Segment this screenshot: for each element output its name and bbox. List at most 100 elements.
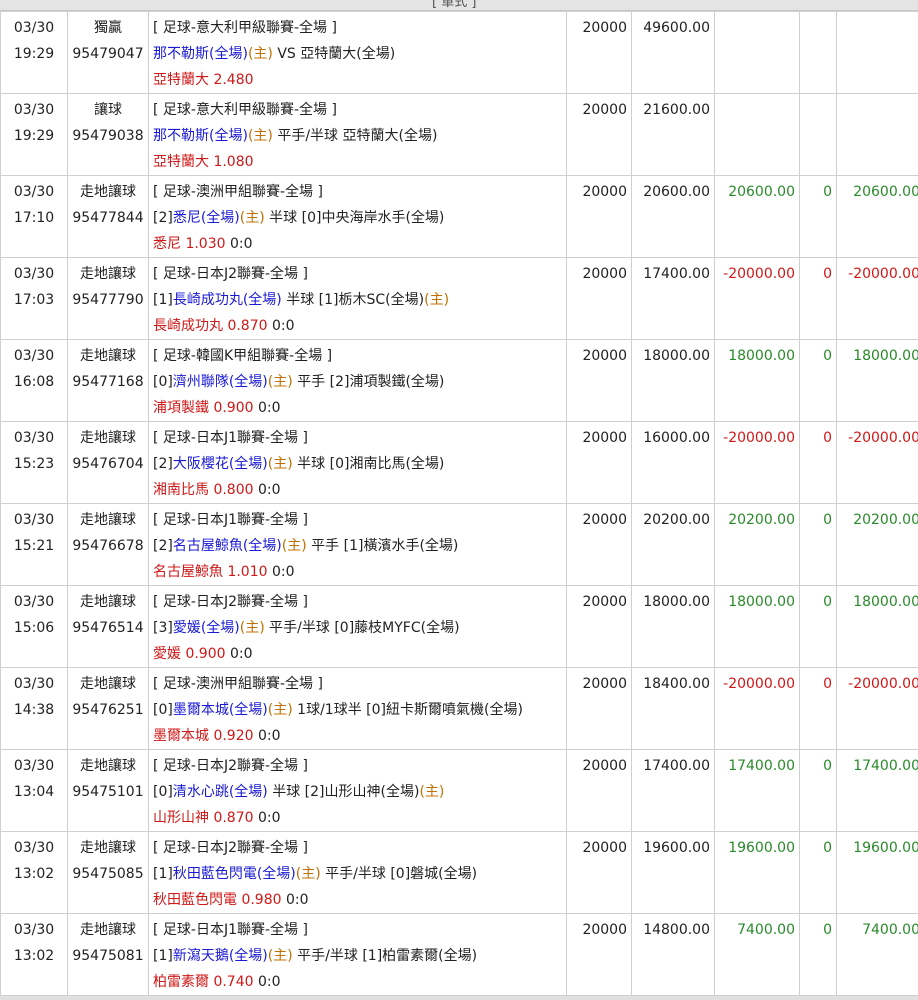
net-amount: 19600.00 [853,840,918,856]
result-amount: 20200.00 [728,512,795,528]
result-amount [715,15,795,41]
date-cell: 03/30 19:29 [0,11,68,94]
pick-line: 浦項製鐵 0.900 0:0 [153,395,566,421]
type-cell: 走地讓球 95476514 [67,585,149,668]
bet-id: 95475101 [72,784,144,800]
home-tag: (主) [424,292,450,308]
bet-history-table: 03/30 19:29 獨贏 95479047 [ 足球-意大利甲級聯賽-全場 ] 那不勒… [0,11,918,996]
commission-cell: 0 [799,831,837,914]
handicap-and-team2: 平手/半球 [0]藤枝MYFC(全場) [264,620,460,636]
home-tag: (主) [267,374,293,390]
league-name: [ 足球-日本J1聯賽-全場 ] [153,512,308,528]
stake-amount: 20000 [582,594,627,610]
description-cell: [ 足球-日本J2聯賽-全場 ] [0]清水心跳(全場) 半球 [2]山形山神(全… [148,749,567,832]
bet-date: 03/30 [13,430,55,446]
description-cell: [ 足球-意大利甲級聯賽-全場 ] 那不勒斯(全場)(主) 平手/半球 亞特蘭大(… [148,93,567,176]
stake-amount: 20000 [582,676,627,692]
result-amount: -20000.00 [723,266,795,282]
bet-time: 13:02 [13,866,55,882]
commission-cell: 0 [799,749,837,832]
stake-amount: 20000 [582,184,627,200]
handicap-and-team2: 平手/半球 [0]磐城(全場) [320,866,478,882]
home-tag: (主) [281,538,307,554]
date-cell: 03/30 13:02 [0,913,68,996]
result-cell: 7400.00 [714,913,800,996]
team1-name: 新瀉天鵝(全場) [172,948,268,964]
pick-odds: 0.920 [213,728,254,744]
description-cell: [ 足球-日本J1聯賽-全場 ] [2]名古屋鯨魚(全場)(主) 平手 [1]橫濱… [148,503,567,586]
commission-amount: 0 [823,430,832,446]
league-name: [ 足球-意大利甲級聯賽-全場 ] [153,102,337,118]
commission-cell [799,11,837,94]
handicap-and-team2: 平手/半球 亞特蘭大(全場) [272,128,438,144]
net-amount: -20000.00 [848,266,918,282]
date-cell: 03/30 14:38 [0,667,68,750]
pick-odds: 1.010 [227,564,268,580]
net-cell: 17400.00 [836,749,918,832]
team1-score-prefix: [2] [153,538,173,554]
match-line: [3]愛媛(全場)(主) 平手/半球 [0]藤枝MYFC(全場) [153,615,566,641]
stake-amount: 20000 [582,430,627,446]
stake-cell: 20000 [566,585,632,668]
result-cell: 18000.00 [714,585,800,668]
pick-team: 湘南比馬 [153,482,209,498]
match-line: [0]濟州聯隊(全場)(主) 平手 [2]浦項製鐵(全場) [153,369,566,395]
home-tag: (主) [247,46,273,62]
bet-date: 03/30 [13,676,55,692]
stake-amount: 20000 [582,758,627,774]
stake-cell: 20000 [566,667,632,750]
payout-amount: 20200.00 [643,512,710,528]
pick-odds: 0.900 [185,646,226,662]
pick-line: 長崎成功丸 0.870 0:0 [153,313,566,339]
stake-cell: 20000 [566,749,632,832]
payout-cell: 14800.00 [631,913,715,996]
bet-type: 走地讓球 [80,348,136,364]
stake-cell: 20000 [566,831,632,914]
handicap-and-team2: 半球 [2]山形山神(全場) [267,784,420,800]
league-name: [ 足球-意大利甲級聯賽-全場 ] [153,20,337,36]
pick-odds: 2.480 [213,72,254,88]
pick-odds: 0.870 [213,810,254,826]
team1-score-prefix: [2] [153,456,173,472]
net-amount: 18000.00 [853,594,918,610]
pick-team: 秋田藍色閃電 [153,892,237,908]
live-score: 0:0 [258,482,281,498]
pick-team: 長崎成功丸 [153,318,223,334]
payout-cell: 21600.00 [631,93,715,176]
pick-team: 墨爾本城 [153,728,209,744]
table-row: 03/30 19:29 讓球 95479038 [ 足球-意大利甲級聯賽-全場 ] 那不勒… [0,93,918,176]
live-score: 0:0 [272,318,295,334]
handicap-and-team2: 半球 [1]栃木SC(全場) [281,292,425,308]
commission-amount: 0 [823,922,832,938]
pick-odds: 0.870 [227,318,268,334]
net-cell [836,93,918,176]
bet-type: 獨贏 [94,20,122,36]
table-row: 03/30 17:03 走地讓球 95477790 [ 足球-日本J2聯賽-全場 ] [1… [0,257,918,340]
stake-amount: 20000 [582,348,627,364]
date-cell: 03/30 16:08 [0,339,68,422]
match-line: [2]悉尼(全場)(主) 半球 [0]中央海岸水手(全場) [153,205,566,231]
pick-line: 秋田藍色閃電 0.980 0:0 [153,887,566,913]
pick-line: 亞特蘭大 2.480 [153,67,566,93]
net-cell: 19600.00 [836,831,918,914]
pick-line: 亞特蘭大 1.080 [153,149,566,175]
result-cell: -20000.00 [714,421,800,504]
payout-amount: 19600.00 [643,840,710,856]
bet-id: 95479038 [72,128,144,144]
scroll-edge [0,996,918,1000]
stake-amount: 20000 [582,102,627,118]
bet-date: 03/30 [13,20,55,36]
bet-type: 走地讓球 [80,512,136,528]
match-line: [0]墨爾本城(全場)(主) 1球/1球半 [0]紐卡斯爾噴氣機(全場) [153,697,566,723]
team1-name: 那不勒斯(全場) [153,46,248,62]
bet-type: 走地讓球 [80,758,136,774]
pick-team: 愛媛 [153,646,181,662]
commission-cell: 0 [799,913,837,996]
team1-score-prefix: [2] [153,210,173,226]
net-cell: 20200.00 [836,503,918,586]
handicap-and-team2: 平手 [1]橫濱水手(全場) [306,538,459,554]
stake-cell: 20000 [566,175,632,258]
live-score: 0:0 [230,646,253,662]
match-line: 那不勒斯(全場)(主) 平手/半球 亞特蘭大(全場) [153,123,566,149]
league-name: [ 足球-日本J1聯賽-全場 ] [153,430,308,446]
